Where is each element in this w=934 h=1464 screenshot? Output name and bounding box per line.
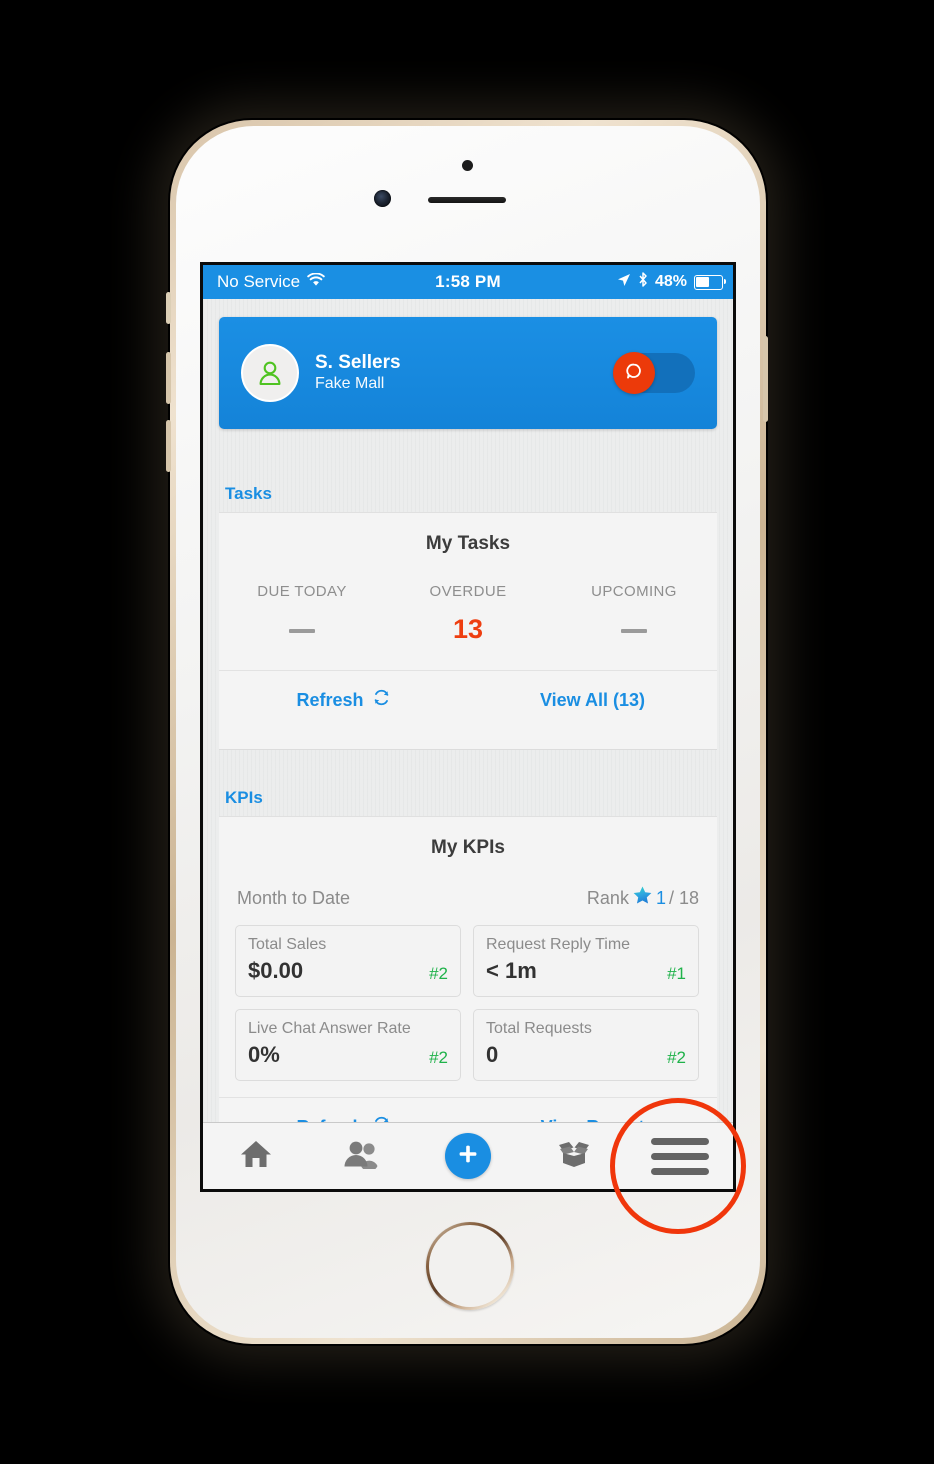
stat-value: 13 bbox=[452, 614, 484, 644]
kpi-tile[interactable]: Request Reply Time < 1m #1 bbox=[473, 925, 699, 997]
front-camera bbox=[374, 190, 391, 207]
battery-icon bbox=[694, 274, 727, 290]
status-bar: No Service 1:58 PM 48% bbox=[203, 265, 733, 299]
screenshot-stage: No Service 1:58 PM 48% S. Sellers Fake M… bbox=[0, 0, 934, 1464]
phone-screen: No Service 1:58 PM 48% S. Sellers Fake M… bbox=[203, 265, 733, 1189]
stat-label: DUE TODAY bbox=[257, 583, 347, 600]
kpi-value: 0% bbox=[248, 1042, 280, 1067]
kpi-name: Total Requests bbox=[486, 1020, 592, 1037]
tab-contacts[interactable] bbox=[309, 1139, 415, 1174]
status-bar-right: 48% bbox=[617, 272, 727, 292]
tasks-view-all-button[interactable]: View All (13) bbox=[468, 671, 717, 729]
kpi-rank-label: Rank bbox=[586, 887, 629, 908]
kpi-name: Total Sales bbox=[248, 936, 327, 953]
kpi-name: Request Reply Time bbox=[486, 936, 631, 953]
add-button[interactable] bbox=[445, 1133, 491, 1179]
person-avatar-icon bbox=[254, 357, 286, 389]
section-label-kpis: KPIs bbox=[225, 788, 263, 807]
kpi-value: $0.00 bbox=[248, 958, 304, 983]
mute-switch[interactable] bbox=[166, 292, 171, 324]
tasks-refresh-button[interactable]: Refresh bbox=[219, 671, 468, 729]
kpis-card-title: My KPIs bbox=[431, 837, 505, 858]
earpiece-speaker bbox=[428, 197, 506, 203]
kpi-rank-total: / 18 bbox=[668, 887, 699, 908]
kpi-period-row: Month to Date Rank 1 / 18 bbox=[219, 885, 717, 911]
kpi-rank-badge: #2 bbox=[667, 1048, 686, 1067]
battery-percent-label: 48% bbox=[654, 273, 687, 290]
chat-bubble-icon bbox=[624, 361, 644, 386]
tab-add[interactable] bbox=[415, 1133, 521, 1179]
user-header-card[interactable]: S. Sellers Fake Mall bbox=[219, 317, 717, 429]
stat-value bbox=[551, 612, 717, 646]
plus-icon bbox=[455, 1141, 481, 1172]
kpi-rank-badge: #2 bbox=[429, 1048, 448, 1067]
tasks-stats-row: DUE TODAY OVERDUE 13 UPCOMING bbox=[219, 583, 717, 646]
tasks-actions: Refresh View All (13) bbox=[219, 670, 717, 729]
kpi-tile[interactable]: Total Sales $0.00 #2 bbox=[235, 925, 461, 997]
volume-up-button[interactable] bbox=[166, 352, 171, 404]
home-button[interactable] bbox=[426, 1222, 514, 1310]
kpi-rank-value: 1 bbox=[655, 887, 666, 908]
stat-upcoming: UPCOMING bbox=[551, 583, 717, 646]
toggle-knob[interactable] bbox=[613, 352, 655, 394]
tasks-refresh-label: Refresh bbox=[296, 689, 364, 710]
user-identity: S. Sellers Fake Mall bbox=[315, 351, 401, 396]
chat-availability-toggle[interactable] bbox=[613, 352, 695, 394]
avatar bbox=[241, 344, 299, 402]
org-name: Fake Mall bbox=[315, 375, 385, 393]
kpi-rank: Rank 1 / 18 bbox=[587, 885, 699, 911]
stat-label: UPCOMING bbox=[591, 583, 677, 600]
home-icon bbox=[239, 1138, 273, 1175]
highlight-circle bbox=[610, 1098, 746, 1234]
stat-value bbox=[219, 612, 385, 646]
open-box-icon bbox=[555, 1138, 593, 1175]
power-button[interactable] bbox=[763, 336, 768, 422]
kpi-value: < 1m bbox=[486, 958, 537, 983]
stat-overdue: OVERDUE 13 bbox=[385, 583, 551, 646]
kpi-rank-badge: #1 bbox=[667, 964, 686, 983]
kpi-grid: Total Sales $0.00 #2 Request Reply Time … bbox=[219, 911, 717, 1081]
stat-label: OVERDUE bbox=[429, 583, 507, 600]
kpi-name: Live Chat Answer Rate bbox=[248, 1020, 411, 1037]
proximity-sensor bbox=[462, 160, 473, 171]
location-arrow-icon bbox=[617, 273, 631, 292]
tasks-view-all-label: View All (13) bbox=[539, 689, 646, 710]
tasks-card: My Tasks DUE TODAY OVERDUE 13 UPCOMING R… bbox=[219, 512, 717, 750]
star-icon bbox=[632, 885, 653, 911]
scroll-content: S. Sellers Fake Mall Tasks My Tasks DUE … bbox=[203, 299, 733, 1189]
kpi-value: 0 bbox=[486, 1042, 499, 1067]
user-name: S. Sellers bbox=[315, 351, 401, 373]
bluetooth-icon bbox=[638, 272, 648, 292]
tab-home[interactable] bbox=[203, 1138, 309, 1175]
volume-down-button[interactable] bbox=[166, 420, 171, 472]
people-icon bbox=[343, 1139, 381, 1174]
kpi-period-label: Month to Date bbox=[237, 887, 351, 908]
kpi-rank-badge: #2 bbox=[429, 964, 448, 983]
kpi-tile[interactable]: Total Requests 0 #2 bbox=[473, 1009, 699, 1081]
stat-due-today: DUE TODAY bbox=[219, 583, 385, 646]
tasks-card-title: My Tasks bbox=[425, 533, 511, 554]
kpi-tile[interactable]: Live Chat Answer Rate 0% #2 bbox=[235, 1009, 461, 1081]
refresh-icon bbox=[372, 688, 391, 712]
section-label-tasks: Tasks bbox=[225, 484, 272, 503]
